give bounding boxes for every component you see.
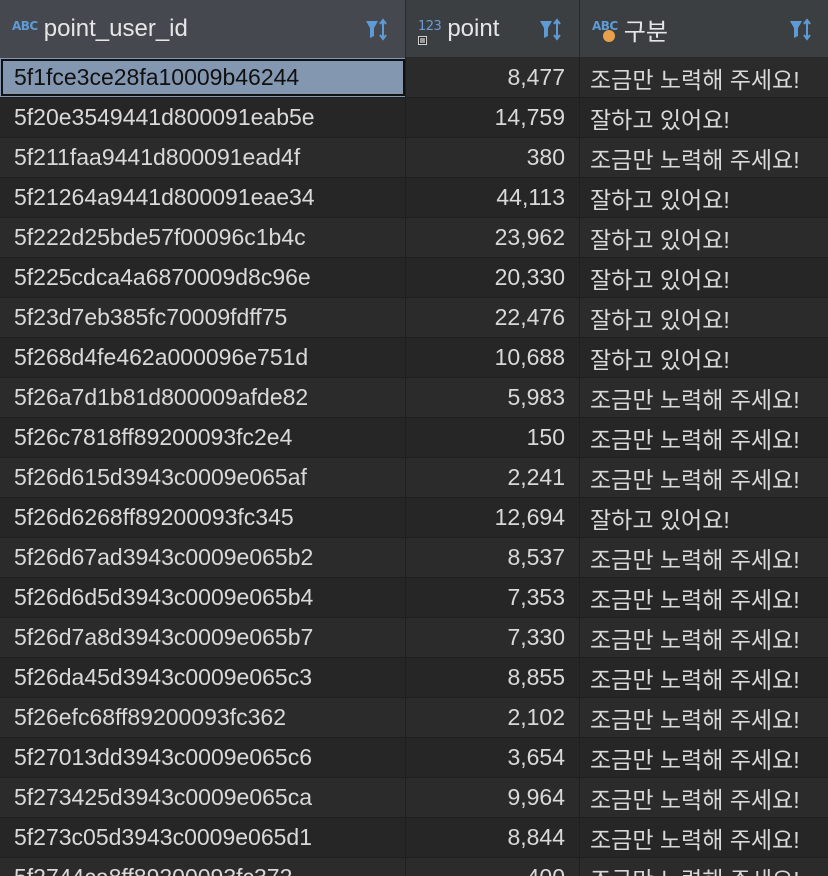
cell-point[interactable]: 7,330 [406, 618, 580, 657]
table-row[interactable]: 5f211faa9441d800091ead4f 380 조금만 노력해 주세요! [0, 138, 828, 178]
column-title: point [447, 15, 500, 42]
cell-category[interactable]: 조금만 노력해 주세요! [580, 458, 828, 497]
table-row[interactable]: 5f26d6268ff89200093fc345 12,694 잘하고 있어요! [0, 498, 828, 538]
cell-category[interactable]: 조금만 노력해 주세요! [580, 538, 828, 577]
cell-point-user-id[interactable]: 5f20e3549441d800091eab5e [0, 98, 406, 137]
cell-point-user-id[interactable]: 5f273c05d3943c0009e065d1 [0, 818, 406, 857]
result-grid: ABC point_user_id 123 point ABC 구분 5f1fc… [0, 0, 828, 876]
table-row[interactable]: 5f26efc68ff89200093fc362 2,102 조금만 노력해 주세요… [0, 698, 828, 738]
grid-body: 5f1fce3ce28fa10009b46244 8,477 조금만 노력해 주세요… [0, 58, 828, 876]
cell-point[interactable]: 7,353 [406, 578, 580, 617]
cell-category[interactable]: 잘하고 있어요! [580, 498, 828, 537]
table-row[interactable]: 5f26a7d1b81d800009afde82 5,983 조금만 노력해 주세요… [0, 378, 828, 418]
text-type-icon: ABC [12, 19, 38, 33]
cell-category[interactable]: 잘하고 있어요! [580, 98, 828, 137]
cell-category[interactable]: 잘하고 있어요! [580, 338, 828, 377]
cell-category[interactable]: 조금만 노력해 주세요! [580, 698, 828, 737]
cell-point[interactable]: 12,694 [406, 498, 580, 537]
cell-point[interactable]: 400 [406, 858, 580, 876]
cell-category[interactable]: 조금만 노력해 주세요! [580, 658, 828, 697]
cell-point[interactable]: 10,688 [406, 338, 580, 377]
column-header-point[interactable]: 123 point [406, 0, 580, 58]
cell-point-user-id[interactable]: 5f26d6268ff89200093fc345 [0, 498, 406, 537]
cell-point-user-id[interactable]: 5f26d6d5d3943c0009e065b4 [0, 578, 406, 617]
cell-point-user-id[interactable]: 5f211faa9441d800091ead4f [0, 138, 406, 177]
table-row[interactable]: 5f2744ca8ff89200093fc372400조금만 노력해 주세요! [0, 858, 828, 876]
cell-category[interactable]: 조금만 노력해 주세요! [580, 858, 828, 876]
column-header-point-user-id[interactable]: ABC point_user_id [0, 0, 406, 58]
cell-point-user-id[interactable]: 5f26c7818ff89200093fc2e4 [0, 418, 406, 457]
cell-category[interactable]: 조금만 노력해 주세요! [580, 818, 828, 857]
cell-point-user-id[interactable]: 5f23d7eb385fc70009fdff75 [0, 298, 406, 337]
table-row[interactable]: 5f26d7a8d3943c0009e065b7 7,330 조금만 노력해 주세요… [0, 618, 828, 658]
cell-point-user-id[interactable]: 5f27013dd3943c0009e065c6 [0, 738, 406, 777]
cell-point[interactable]: 5,983 [406, 378, 580, 417]
cell-point-user-id[interactable]: 5f26a7d1b81d800009afde82 [0, 378, 406, 417]
cell-category[interactable]: 잘하고 있어요! [580, 218, 828, 257]
table-row[interactable]: 5f26d615d3943c0009e065af 2,241 조금만 노력해 주세요… [0, 458, 828, 498]
cell-point[interactable]: 8,477 [406, 58, 580, 97]
cell-point-user-id[interactable]: 5f26d67ad3943c0009e065b2 [0, 538, 406, 577]
cell-category[interactable]: 조금만 노력해 주세요! [580, 738, 828, 777]
cell-point[interactable]: 14,759 [406, 98, 580, 137]
cell-point-user-id[interactable]: 5f26da45d3943c0009e065c3 [0, 658, 406, 697]
cell-category[interactable]: 잘하고 있어요! [580, 178, 828, 217]
filter-sort-icon[interactable] [538, 17, 564, 43]
computed-column-dot-icon [603, 30, 615, 42]
cell-point[interactable]: 150 [406, 418, 580, 457]
cell-point-user-id[interactable]: 5f273425d3943c0009e065ca [0, 778, 406, 817]
table-row[interactable]: 5f27013dd3943c0009e065c6 3,654 조금만 노력해 주세요… [0, 738, 828, 778]
cell-point[interactable]: 22,476 [406, 298, 580, 337]
cell-point-user-id[interactable]: 5f268d4fe462a000096e751d [0, 338, 406, 377]
cell-point[interactable]: 9,964 [406, 778, 580, 817]
cell-point[interactable]: 380 [406, 138, 580, 177]
cell-category[interactable]: 잘하고 있어요! [580, 298, 828, 337]
cell-category[interactable]: 조금만 노력해 주세요! [580, 138, 828, 177]
grid-header: ABC point_user_id 123 point ABC 구분 [0, 0, 828, 58]
number-type-icon: 123 [406, 19, 447, 45]
cell-category[interactable]: 조금만 노력해 주세요! [580, 418, 828, 457]
cell-point[interactable]: 23,962 [406, 218, 580, 257]
cell-point[interactable]: 3,654 [406, 738, 580, 777]
table-row[interactable]: 5f26d67ad3943c0009e065b2 8,537 조금만 노력해 주세요… [0, 538, 828, 578]
cell-point-user-id[interactable]: 5f26d615d3943c0009e065af [0, 458, 406, 497]
cell-category[interactable]: 조금만 노력해 주세요! [580, 618, 828, 657]
cell-point-user-id[interactable]: 5f225cdca4a6870009d8c96e [0, 258, 406, 297]
cell-category[interactable]: 조금만 노력해 주세요! [580, 778, 828, 817]
column-header-category[interactable]: ABC 구분 [580, 0, 828, 58]
filter-sort-icon[interactable] [364, 17, 390, 43]
cell-category[interactable]: 조금만 노력해 주세요! [580, 58, 828, 97]
table-row[interactable]: 5f225cdca4a6870009d8c96e 20,330 잘하고 있어요! [0, 258, 828, 298]
cell-category[interactable]: 조금만 노력해 주세요! [580, 378, 828, 417]
cell-point[interactable]: 44,113 [406, 178, 580, 217]
table-row[interactable]: 5f21264a9441d800091eae34 44,113 잘하고 있어요! [0, 178, 828, 218]
cell-point[interactable]: 2,241 [406, 458, 580, 497]
cell-point-user-id[interactable]: 5f222d25bde57f00096c1b4c [0, 218, 406, 257]
table-row[interactable]: 5f273425d3943c0009e065ca 9,964 조금만 노력해 주세요… [0, 778, 828, 818]
cell-point-user-id[interactable]: 5f2744ca8ff89200093fc372 [0, 858, 406, 876]
cell-point-user-id[interactable]: 5f1fce3ce28fa10009b46244 [0, 58, 406, 97]
table-row[interactable]: 5f26c7818ff89200093fc2e4 150 조금만 노력해 주세요! [0, 418, 828, 458]
table-row[interactable]: 5f23d7eb385fc70009fdff75 22,476 잘하고 있어요! [0, 298, 828, 338]
cell-point-user-id[interactable]: 5f21264a9441d800091eae34 [0, 178, 406, 217]
table-row[interactable]: 5f20e3549441d800091eab5e 14,759 잘하고 있어요! [0, 98, 828, 138]
table-row[interactable]: 5f268d4fe462a000096e751d 10,688 잘하고 있어요! [0, 338, 828, 378]
column-title: 구분 [623, 18, 668, 46]
cell-point[interactable]: 8,537 [406, 538, 580, 577]
cell-point[interactable]: 8,855 [406, 658, 580, 697]
table-row[interactable]: 5f26da45d3943c0009e065c3 8,855 조금만 노력해 주세요… [0, 658, 828, 698]
table-row[interactable]: 5f273c05d3943c0009e065d1 8,844 조금만 노력해 주세요… [0, 818, 828, 858]
column-title: point_user_id [43, 15, 188, 42]
table-row[interactable]: 5f222d25bde57f00096c1b4c 23,962 잘하고 있어요! [0, 218, 828, 258]
cell-point-user-id[interactable]: 5f26efc68ff89200093fc362 [0, 698, 406, 737]
cell-point[interactable]: 2,102 [406, 698, 580, 737]
cell-category[interactable]: 잘하고 있어요! [580, 258, 828, 297]
table-row[interactable]: 5f1fce3ce28fa10009b46244 8,477 조금만 노력해 주세요… [0, 58, 828, 98]
cell-point[interactable]: 8,844 [406, 818, 580, 857]
cell-point[interactable]: 20,330 [406, 258, 580, 297]
filter-sort-icon[interactable] [788, 17, 814, 43]
table-row[interactable]: 5f26d6d5d3943c0009e065b4 7,353 조금만 노력해 주세요… [0, 578, 828, 618]
cell-category[interactable]: 조금만 노력해 주세요! [580, 578, 828, 617]
cell-point-user-id[interactable]: 5f26d7a8d3943c0009e065b7 [0, 618, 406, 657]
